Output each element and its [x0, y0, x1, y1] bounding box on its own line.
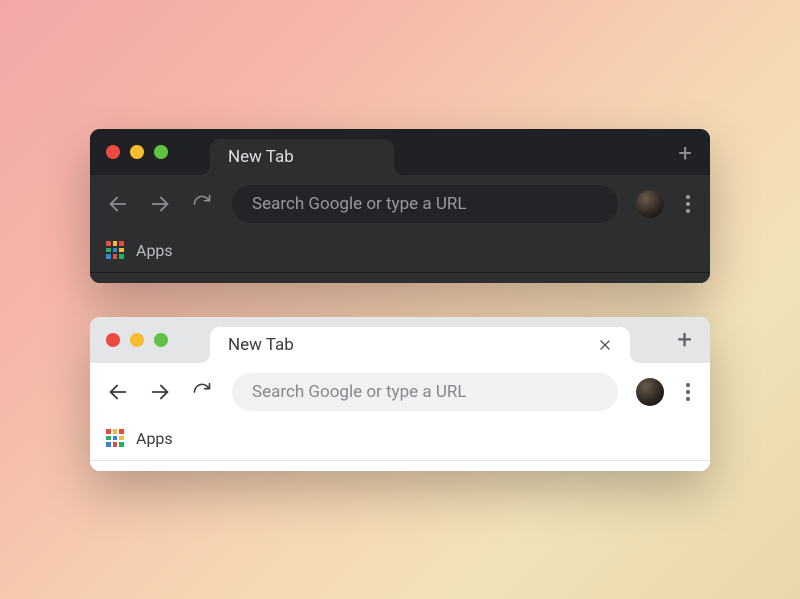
tab-active[interactable]: New Tab	[210, 327, 630, 363]
new-tab-button[interactable]: +	[678, 141, 692, 165]
close-icon	[598, 338, 612, 352]
close-window-button[interactable]	[106, 145, 120, 159]
reload-button[interactable]	[190, 380, 214, 404]
overflow-menu-button[interactable]	[682, 383, 694, 401]
apps-grid-icon	[106, 429, 124, 447]
bookmarks-bar: Apps	[90, 421, 710, 461]
overflow-menu-button[interactable]	[682, 195, 694, 213]
address-bar-placeholder: Search Google or type a URL	[252, 194, 467, 214]
browser-window-light: New Tab + Search Google or type a URL	[90, 317, 710, 471]
address-bar[interactable]: Search Google or type a URL	[232, 373, 618, 411]
kebab-dot-icon	[686, 390, 690, 394]
new-tab-button[interactable]: +	[677, 327, 692, 353]
apps-bookmark[interactable]: Apps	[136, 429, 173, 448]
page-content	[90, 461, 710, 471]
zoom-window-button[interactable]	[154, 145, 168, 159]
address-bar-placeholder: Search Google or type a URL	[252, 382, 467, 402]
apps-bookmark[interactable]: Apps	[136, 241, 173, 260]
browser-window-dark: New Tab + Search Google or type a URL	[90, 129, 710, 283]
back-button[interactable]	[106, 380, 130, 404]
arrow-right-icon	[149, 381, 171, 403]
kebab-dot-icon	[686, 195, 690, 199]
bookmarks-bar: Apps	[90, 233, 710, 273]
arrow-left-icon	[107, 381, 129, 403]
plus-icon: +	[678, 139, 692, 167]
page-content	[90, 273, 710, 283]
profile-avatar[interactable]	[636, 378, 664, 406]
close-tab-button[interactable]	[598, 338, 612, 352]
tab-strip: New Tab +	[90, 317, 710, 363]
toolbar: Search Google or type a URL	[90, 363, 710, 421]
address-bar[interactable]: Search Google or type a URL	[232, 185, 618, 223]
kebab-dot-icon	[686, 383, 690, 387]
minimize-window-button[interactable]	[130, 333, 144, 347]
plus-icon: +	[677, 325, 692, 355]
reload-icon	[192, 382, 212, 402]
minimize-window-button[interactable]	[130, 145, 144, 159]
forward-button[interactable]	[148, 380, 172, 404]
reload-button[interactable]	[190, 192, 214, 216]
zoom-window-button[interactable]	[154, 333, 168, 347]
arrow-right-icon	[149, 193, 171, 215]
toolbar: Search Google or type a URL	[90, 175, 710, 233]
kebab-dot-icon	[686, 397, 690, 401]
arrow-left-icon	[107, 193, 129, 215]
apps-grid-icon	[106, 241, 124, 259]
tab-strip: New Tab +	[90, 129, 710, 175]
tab-active[interactable]: New Tab	[210, 139, 394, 175]
kebab-dot-icon	[686, 209, 690, 213]
profile-avatar[interactable]	[636, 190, 664, 218]
reload-icon	[192, 194, 212, 214]
tab-title: New Tab	[228, 147, 294, 167]
forward-button[interactable]	[148, 192, 172, 216]
window-controls	[106, 333, 168, 347]
kebab-dot-icon	[686, 202, 690, 206]
window-controls	[106, 145, 168, 159]
back-button[interactable]	[106, 192, 130, 216]
tab-title: New Tab	[228, 335, 294, 355]
close-window-button[interactable]	[106, 333, 120, 347]
